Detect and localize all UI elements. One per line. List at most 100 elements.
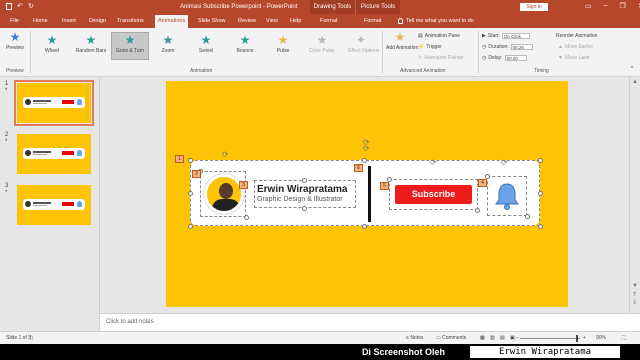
animation-pane-button[interactable]: ▤ Animation Pane (418, 33, 460, 39)
anim-pulse[interactable]: ★ Pulse (271, 34, 295, 54)
signin-button[interactable]: Sign in (520, 3, 548, 11)
rotate-handle-icon[interactable]: ⟳ (430, 159, 437, 167)
anim-zoom[interactable]: ★ Zoom (156, 34, 180, 54)
fit-slide-icon[interactable]: ⛶ (622, 335, 626, 341)
anim-grow-turn[interactable]: ★ Grow & Turn (112, 34, 148, 54)
zoom-slider[interactable] (520, 338, 580, 339)
ribbon-display-icon[interactable]: ▭ (585, 2, 592, 10)
resize-handle[interactable] (302, 206, 307, 211)
minimize-icon[interactable]: – (604, 2, 608, 10)
zoom-in-icon[interactable]: + (583, 335, 586, 341)
add-animation-button[interactable]: ★ Add Animation (386, 31, 418, 51)
zoom-out-icon[interactable]: – (516, 335, 519, 341)
resize-handle[interactable] (362, 224, 367, 229)
spellcheck-icon[interactable]: ▯ (30, 335, 33, 341)
duration-row: ◷ Duration: 00.25 (482, 44, 533, 50)
redo-icon[interactable] (28, 3, 34, 10)
photo-selection (200, 171, 246, 217)
anim-swivel[interactable]: ★ Swivel (194, 34, 218, 54)
resize-handle[interactable] (538, 191, 543, 196)
delay-input[interactable]: 00.00 (504, 55, 527, 61)
tab-animations[interactable]: Animations (155, 15, 189, 28)
animation-painter-button[interactable]: ✎ Animation Painter (418, 55, 464, 61)
notes-toggle[interactable]: ≡ Notes (406, 335, 423, 341)
animation-tag[interactable]: 2 (192, 170, 201, 178)
thumb-card (23, 148, 85, 159)
slideshow-icon[interactable]: ▣ (510, 335, 515, 341)
resize-handle[interactable] (525, 214, 530, 219)
normal-view-icon[interactable]: ▦ (480, 335, 485, 341)
anim-color-pulse[interactable]: ★ Color Pulse (305, 34, 339, 54)
maximize-icon[interactable]: ❐ (620, 2, 626, 10)
anim-random-bars[interactable]: ★ Random Bars (74, 34, 108, 54)
slide-sorter-icon[interactable]: ▥ (490, 335, 495, 341)
resize-handle[interactable] (188, 191, 193, 196)
duration-input[interactable]: 00.25 (510, 44, 533, 50)
tab-insert[interactable]: Insert (62, 18, 76, 24)
tab-transitions[interactable]: Transitions (117, 18, 144, 24)
resize-handle[interactable] (538, 224, 543, 229)
subscribe-selection (389, 179, 478, 210)
slide-thumbnail-1[interactable] (14, 80, 94, 126)
thumb-card (23, 97, 85, 108)
trigger-button[interactable]: ⚡ Trigger (418, 44, 442, 50)
start-select[interactable]: On Click (501, 33, 530, 39)
resize-handle[interactable] (538, 158, 543, 163)
resize-handle[interactable] (244, 215, 249, 220)
resize-handle[interactable] (302, 178, 307, 183)
tell-me-search[interactable]: Tell me what you want to do (398, 18, 474, 24)
color-pulse-star-icon: ★ (316, 33, 328, 47)
prev-slide-icon[interactable]: ⇑ (632, 291, 637, 298)
tab-design[interactable]: Design (89, 18, 106, 24)
move-earlier-button[interactable]: ▲ Move Earlier (558, 44, 593, 50)
tab-view[interactable]: View (266, 18, 278, 24)
slide-number: 3 (5, 183, 9, 189)
slide-canvas-area: Erwin Wirapratama Graphic Design & Illus… (100, 77, 640, 313)
tab-file[interactable]: File (10, 18, 19, 24)
preview-button[interactable]: ★ Preview (4, 31, 26, 51)
resize-handle[interactable] (188, 224, 193, 229)
notes-pane[interactable]: Click to add notes (100, 313, 640, 331)
slide[interactable]: Erwin Wirapratama Graphic Design & Illus… (166, 81, 568, 307)
reading-view-icon[interactable]: ▤ (500, 335, 505, 341)
divider-line[interactable] (368, 166, 371, 222)
anim-wheel[interactable]: ★ Wheel (38, 34, 66, 54)
effect-options-button[interactable]: ✦ Effect Options (348, 34, 379, 54)
tab-review[interactable]: Review (238, 18, 256, 24)
rotate-handle-icon[interactable]: ⟳ (222, 151, 229, 159)
collapse-ribbon-icon[interactable]: ^ (628, 66, 636, 72)
animation-tag[interactable]: 6 (354, 164, 363, 172)
tab-format-drawing[interactable]: Format (320, 18, 337, 24)
tab-format-picture[interactable]: Format (364, 18, 381, 24)
undo-icon[interactable] (17, 3, 23, 10)
zoom-slider-thumb[interactable] (576, 335, 578, 342)
rotate-handle-icon[interactable]: ⟳ (363, 145, 370, 153)
next-slide-icon[interactable]: ⇓ (632, 299, 637, 306)
thumb-card (23, 199, 85, 210)
move-later-button[interactable]: ▼ Move Later (558, 55, 590, 61)
comments-toggle[interactable]: ▭ Comments (436, 335, 466, 341)
animation-tag[interactable]: 5 (380, 182, 389, 190)
tab-help[interactable]: Help (290, 18, 301, 24)
resize-handle[interactable] (475, 208, 480, 213)
animation-tag[interactable]: 4 (478, 179, 487, 187)
rotate-handle-icon[interactable]: ⟳ (501, 159, 508, 167)
save-icon[interactable] (6, 3, 12, 10)
tab-home[interactable]: Home (33, 18, 48, 24)
animation-tag[interactable]: 1 (175, 155, 184, 163)
vertical-scrollbar[interactable]: ▲ ▼ ⇑ ⇓ (629, 77, 640, 313)
tab-slide-show[interactable]: Slide Show (198, 18, 226, 24)
anim-bounce[interactable]: ★ Bounce (232, 34, 258, 54)
bounce-star-icon: ★ (239, 33, 251, 47)
slide-thumbnail-3[interactable] (17, 185, 91, 225)
animation-tag[interactable]: 3 (239, 181, 248, 189)
resize-handle[interactable] (362, 158, 367, 163)
scroll-down-icon[interactable]: ▼ (632, 283, 638, 289)
resize-handle[interactable] (188, 158, 193, 163)
zoom-level[interactable]: 90% (596, 335, 606, 341)
down-arrow-icon: ▼ (558, 55, 563, 61)
slide-thumbnail-2[interactable] (17, 134, 91, 174)
group-divider (30, 31, 31, 73)
banner-label: Di Screenshot Oleh (362, 347, 446, 357)
scroll-up-icon[interactable]: ▲ (632, 79, 638, 85)
